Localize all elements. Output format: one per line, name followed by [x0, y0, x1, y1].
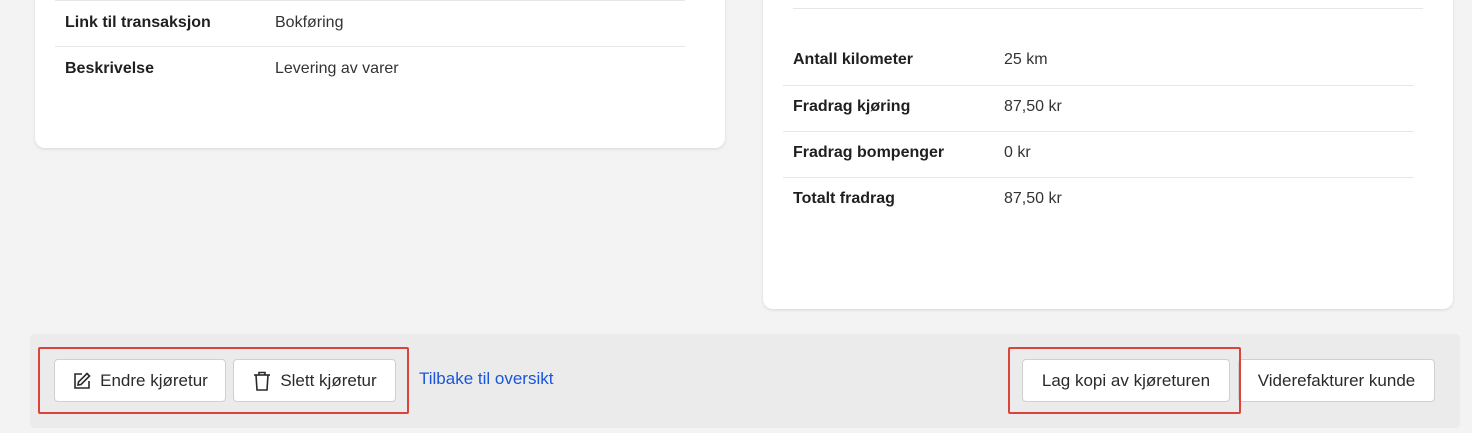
delete-trip-label: Slett kjøretur [280, 370, 377, 390]
summary-row-total-deduction: Totalt fradrag 87,50 kr [793, 176, 1062, 222]
reinvoice-customer-label: Viderefakturer kunde [1257, 370, 1416, 390]
summary-row-driving-deduction: Fradrag kjøring 87,50 kr [793, 84, 1062, 130]
row-label: Totalt fradrag [793, 190, 895, 207]
back-to-overview-link[interactable]: Tilbake til oversikt [419, 369, 553, 389]
row-label: Link til transaksjon [65, 14, 211, 31]
delete-trip-button[interactable]: Slett kjøretur [233, 359, 396, 402]
row-value: 25 km [1004, 51, 1048, 68]
copy-trip-button[interactable]: Lag kopi av kjøreturen [1022, 359, 1230, 402]
edit-trip-button[interactable]: Endre kjøretur [54, 359, 226, 402]
row-label: Beskrivelse [65, 60, 154, 77]
row-label: Fradrag kjøring [793, 98, 911, 115]
reinvoice-customer-button[interactable]: Viderefakturer kunde [1238, 359, 1435, 402]
transaction-link[interactable]: Bokføring [275, 14, 343, 32]
divider [793, 8, 1423, 9]
copy-trip-label: Lag kopi av kjøreturen [1041, 370, 1211, 390]
detail-row-description: Beskrivelse Levering av varer [65, 46, 399, 92]
edit-trip-label: Endre kjøretur [100, 370, 208, 390]
summary-row-kilometers: Antall kilometer 25 km [793, 37, 1048, 83]
row-value: 87,50 kr [1004, 98, 1062, 115]
summary-row-toll-deduction: Fradrag bompenger 0 kr [793, 130, 1031, 176]
trash-icon [252, 370, 272, 392]
row-value: 87,50 kr [1004, 190, 1062, 207]
row-value: 0 kr [1004, 144, 1031, 161]
detail-row-transaction-link: Link til transaksjon Bokføring [65, 0, 343, 46]
row-label: Antall kilometer [793, 51, 914, 68]
row-value: Levering av varer [275, 60, 399, 77]
edit-icon [72, 371, 92, 391]
row-label: Fradrag bompenger [793, 144, 945, 161]
